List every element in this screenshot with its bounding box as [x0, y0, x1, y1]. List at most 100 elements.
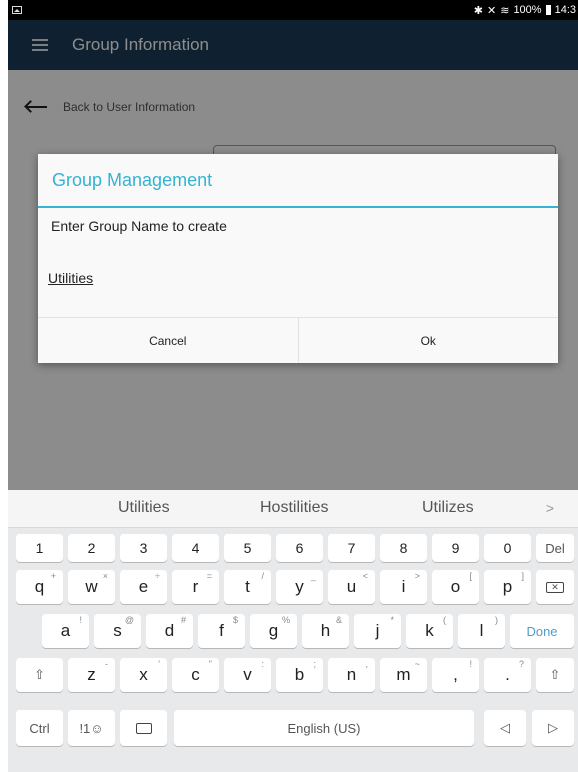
mute-icon: ✕	[487, 4, 497, 17]
key-hint: '	[158, 659, 160, 669]
key-b[interactable]: b;	[276, 658, 323, 692]
key-n[interactable]: n,	[328, 658, 375, 692]
key-w[interactable]: w ×	[68, 570, 115, 604]
key-hint: ]	[521, 571, 524, 581]
cancel-button[interactable]: Cancel	[38, 318, 298, 363]
key-j[interactable]: j *	[354, 614, 401, 648]
suggestion-bar: Utilities Hostilities Utilizes >	[8, 490, 578, 528]
done-key[interactable]: Done	[510, 614, 574, 648]
cursor-left-key[interactable]: ◁	[484, 710, 526, 746]
key-2[interactable]: 2	[68, 534, 115, 562]
key-1[interactable]: 1	[16, 534, 63, 562]
key-d[interactable]: d #	[146, 614, 193, 648]
key-o[interactable]: o[	[432, 570, 479, 604]
key-z[interactable]: z-	[68, 658, 115, 692]
key-period[interactable]: .?	[484, 658, 531, 692]
key-t[interactable]: t /	[224, 570, 271, 604]
backspace-icon: ✕	[546, 581, 564, 593]
gallery-notification-icon	[12, 6, 22, 14]
key-e[interactable]: e ÷	[120, 570, 167, 604]
clock: 14:3	[554, 4, 576, 16]
key-hint: -	[105, 659, 108, 669]
key-hint: *	[390, 615, 394, 625]
suggestion-item[interactable]: Utilities	[118, 499, 170, 517]
key-g[interactable]: g%	[250, 614, 297, 648]
key-y[interactable]: y _	[276, 570, 323, 604]
keyboard-settings-key[interactable]	[120, 710, 167, 746]
key-hint: :	[261, 659, 264, 669]
key-x[interactable]: x '	[120, 658, 167, 692]
ok-button[interactable]: Ok	[297, 318, 559, 363]
bluetooth-icon: ✱	[473, 4, 483, 17]
wifi-icon: ≋	[500, 4, 510, 17]
key-s[interactable]: s @	[94, 614, 141, 648]
key-u[interactable]: u <	[328, 570, 375, 604]
cursor-right-key[interactable]: ▷	[532, 710, 574, 746]
key-hint: $	[232, 615, 238, 625]
key-hint: /	[261, 571, 264, 581]
shift-key-right[interactable]: ⇧	[536, 658, 574, 692]
key-9[interactable]: 9	[432, 534, 479, 562]
key-hint: ×	[102, 571, 108, 581]
key-5[interactable]: 5	[224, 534, 271, 562]
keyboard-icon	[135, 722, 152, 734]
key-c[interactable]: c "	[172, 658, 219, 692]
dialog-title: Group Management	[38, 154, 558, 208]
key-hint: =	[206, 571, 212, 581]
key-k[interactable]: k(	[406, 614, 453, 648]
status-bar: ✱ ✕ ≋ 100% 14:3	[8, 0, 578, 20]
key-m[interactable]: m ~	[380, 658, 427, 692]
group-name-input[interactable]	[48, 270, 248, 286]
key-hint: "	[208, 659, 212, 669]
key-3[interactable]: 3	[120, 534, 167, 562]
key-hint: ~	[414, 659, 420, 669]
suggestion-item[interactable]: Hostilities	[260, 499, 328, 517]
backspace-key[interactable]: ✕	[536, 570, 574, 604]
dialog-message: Enter Group Name to create	[51, 218, 227, 234]
key-hint: !	[79, 615, 82, 625]
key-hint: ;	[313, 659, 316, 669]
key-i[interactable]: i >	[380, 570, 427, 604]
key-hint: [	[469, 571, 472, 581]
key-0[interactable]: 0	[484, 534, 531, 562]
key-hint: %	[281, 615, 290, 625]
key-hint: ÷	[155, 571, 160, 581]
key-4[interactable]: 4	[172, 534, 219, 562]
key-7[interactable]: 7	[328, 534, 375, 562]
key-comma[interactable]: ,!	[432, 658, 479, 692]
symbols-key[interactable]: !1☺	[68, 710, 115, 746]
battery-icon	[545, 5, 551, 15]
key-hint: ,	[365, 659, 368, 669]
key-q[interactable]: q +	[16, 570, 63, 604]
key-v[interactable]: v:	[224, 658, 271, 692]
delete-key[interactable]: Del	[536, 534, 574, 562]
key-p[interactable]: p]	[484, 570, 531, 604]
key-6[interactable]: 6	[276, 534, 323, 562]
key-hint: !	[469, 659, 472, 669]
battery-percent: 100%	[513, 4, 542, 16]
key-hint: >	[414, 571, 420, 581]
key-hint: &	[335, 615, 342, 625]
group-management-dialog: Group Management Enter Group Name to cre…	[38, 154, 558, 363]
soft-keyboard: Utilities Hostilities Utilizes > 1234567…	[8, 490, 578, 772]
ctrl-key[interactable]: Ctrl	[16, 710, 63, 746]
key-r[interactable]: r =	[172, 570, 219, 604]
key-hint: +	[50, 571, 56, 581]
key-h[interactable]: h &	[302, 614, 349, 648]
space-key[interactable]: English (US)	[174, 710, 474, 746]
key-hint: _	[310, 571, 316, 581]
key-f[interactable]: f $	[198, 614, 245, 648]
shift-key-left[interactable]: ⇧	[16, 658, 63, 692]
dialog-button-bar: Cancel Ok	[38, 317, 558, 363]
key-hint: (	[443, 615, 446, 625]
key-a[interactable]: a!	[42, 614, 89, 648]
suggestion-item[interactable]: Utilizes	[422, 499, 474, 517]
key-hint: )	[495, 615, 498, 625]
key-hint: #	[180, 615, 186, 625]
key-hint: @	[124, 615, 134, 625]
chevron-right-icon[interactable]: >	[546, 500, 554, 516]
key-8[interactable]: 8	[380, 534, 427, 562]
key-hint: ?	[518, 659, 524, 669]
key-l[interactable]: l)	[458, 614, 505, 648]
key-hint: <	[362, 571, 368, 581]
